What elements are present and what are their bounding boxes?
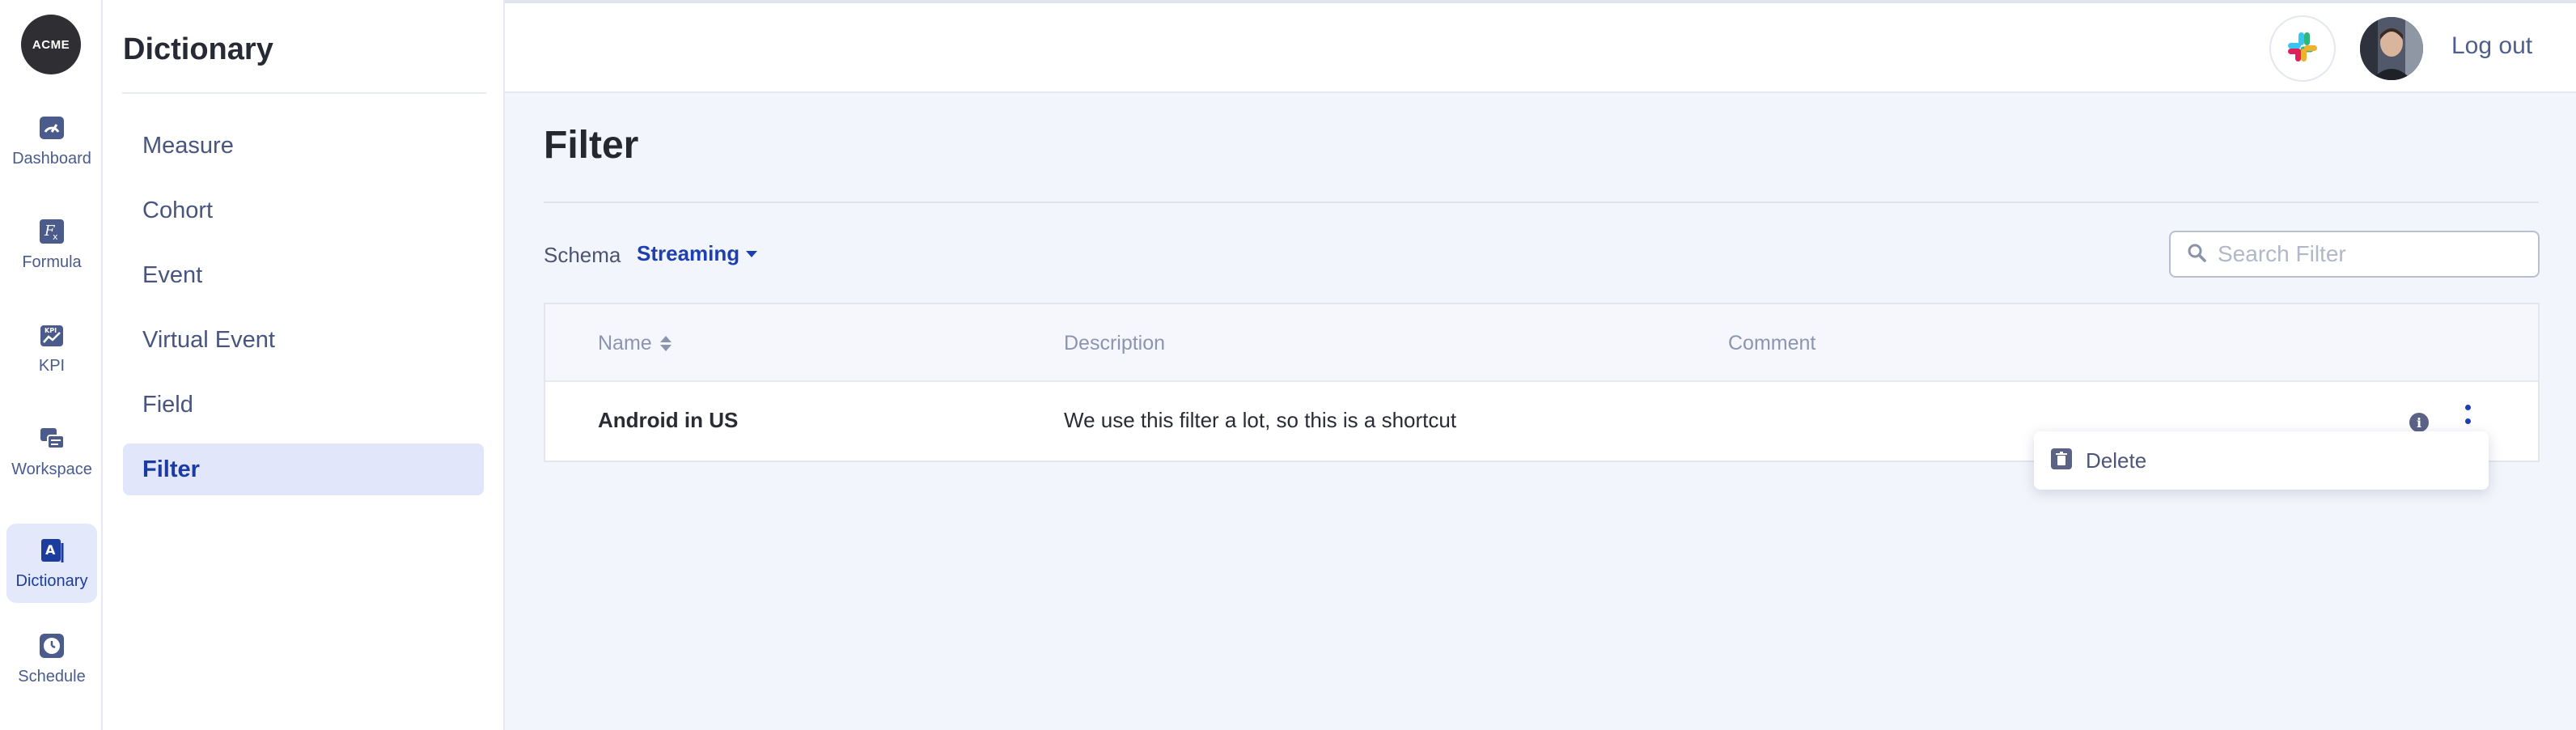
acme-logo[interactable]: ACME [21,15,81,74]
sidebar-title: Dictionary [123,32,273,66]
svg-text:A: A [45,542,56,558]
icon-rail: ACME Dashboard Fx Formula KPI KPI Worksp… [0,0,103,730]
schema-dropdown[interactable]: Streaming [637,241,758,266]
dashboard-icon [38,114,66,142]
search-input[interactable] [2218,241,2525,267]
column-header-label: Comment [1728,332,1816,354]
sidebar-item-event[interactable]: Event [123,249,484,301]
svg-text:x: x [53,231,58,242]
sidebar-item-field[interactable]: Field [123,379,484,431]
kpi-icon: KPI [38,321,66,349]
slack-icon [2285,29,2320,69]
clock-icon [38,632,66,660]
table-header: Name Description Comment [545,304,2538,382]
page-title: Filter [544,124,639,167]
title-divider [544,202,2539,203]
rail-item-label: Dashboard [12,149,91,168]
rail-item-label: Workspace [11,460,92,478]
sidebar-item-cohort[interactable]: Cohort [123,185,484,236]
trash-icon [2050,448,2073,474]
sidebar-divider [122,92,486,94]
logout-button[interactable]: Log out [2451,32,2532,60]
rail-item-label: Schedule [18,667,86,685]
avatar[interactable] [2360,17,2423,80]
search-box[interactable] [2169,231,2540,278]
row-actions-menu-delete[interactable]: Delete [2034,431,2489,490]
column-header-comment: Comment [1728,332,1815,355]
column-header-name[interactable]: Name [598,332,672,355]
slack-button[interactable] [2269,15,2336,82]
svg-text:KPI: KPI [44,327,57,334]
rail-item-formula[interactable]: Fx Formula [6,205,97,284]
workspace-icon [38,425,66,452]
column-header-description: Description [1064,332,1165,355]
info-icon[interactable]: i [2409,413,2429,432]
column-header-label: Name [598,332,652,354]
search-icon [2187,243,2206,266]
chevron-down-icon [746,250,758,257]
rail-item-kpi[interactable]: KPI KPI [6,308,97,388]
rail-item-dashboard[interactable]: Dashboard [6,101,97,180]
row-name: Android in US [598,408,739,432]
column-header-label: Description [1064,332,1166,354]
delete-menu-item-label: Delete [2086,448,2147,473]
top-header: Log out [505,0,2576,93]
schema-value: Streaming [637,241,740,265]
rail-item-dictionary[interactable]: A Dictionary [6,524,97,603]
rail-item-workspace[interactable]: Workspace [6,412,97,491]
rail-item-label: Dictionary [15,571,88,590]
row-description: We use this filter a lot, so this is a s… [1064,408,1457,432]
sidebar-item-virtual-event[interactable]: Virtual Event [123,314,484,366]
dictionary-icon: A [38,537,66,564]
rail-item-label: Formula [22,253,82,271]
sort-icon [659,336,672,351]
sidebar-item-filter[interactable]: Filter [123,444,484,495]
rail-item-label: KPI [38,356,66,375]
dictionary-sidebar: Dictionary Measure Cohort Event Virtual … [103,0,505,730]
formula-icon: Fx [38,218,66,245]
schema-label: Schema [544,243,621,267]
sidebar-item-measure[interactable]: Measure [123,120,484,172]
rail-item-schedule[interactable]: Schedule [6,619,97,698]
